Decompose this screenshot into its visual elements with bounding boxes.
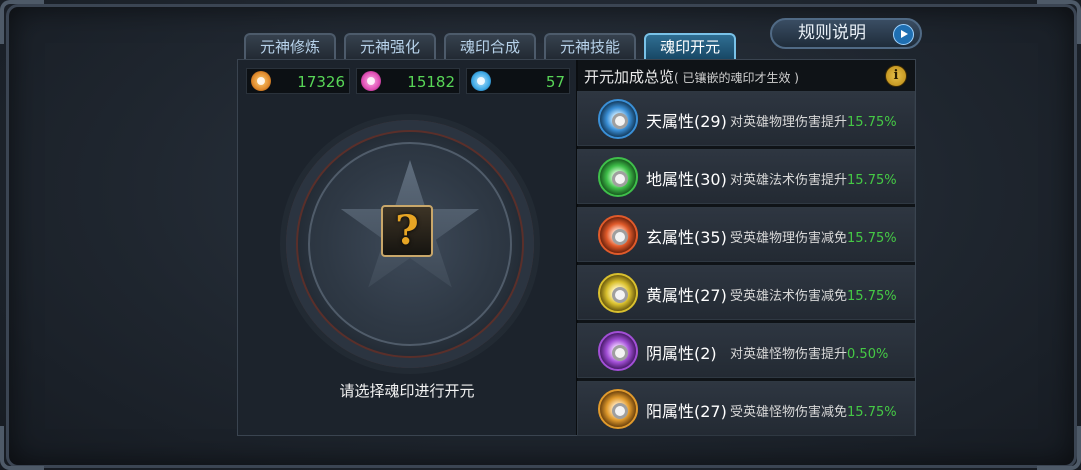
play-arrow-icon	[893, 24, 914, 45]
select-seal-hint: 请选择魂印进行开元	[339, 382, 475, 400]
orange-orb-icon	[251, 71, 271, 91]
frame-corner	[0, 0, 44, 44]
attribute-percent: 0.50%	[847, 347, 889, 362]
currency-value: 57	[545, 73, 565, 91]
tab-seal-synthesis[interactable]: 魂印合成	[444, 33, 537, 59]
mystic-orb-icon	[598, 215, 638, 255]
yin-orb-icon	[598, 331, 638, 371]
rules-button[interactable]: 规则说明	[770, 18, 922, 49]
attribute-percent: 15.75%	[847, 289, 897, 304]
altar-panel: 17326 15182 57 ? 请选择魂印进行开元	[238, 60, 576, 435]
info-icon[interactable]: i	[885, 65, 907, 87]
attribute-row-heaven: 天属性(29) 对英雄物理伤害提升15.75%	[577, 91, 915, 146]
tab-bar: 元神修炼 元神强化 魂印合成 元神技能 魂印开元	[244, 33, 737, 59]
frame-corner	[1037, 0, 1081, 44]
attribute-percent: 15.75%	[847, 405, 897, 420]
attribute-row-mystic: 玄属性(35) 受英雄物理伤害减免15.75%	[577, 207, 915, 262]
tab-seal-awaken[interactable]: 魂印开元	[644, 33, 737, 59]
summary-note: ( 已镶嵌的魂印才生效 )	[674, 71, 799, 85]
attribute-desc: 受英雄怪物伤害减免15.75%	[730, 405, 897, 420]
blue-orb-icon	[471, 71, 491, 91]
attribute-name: 阳属性(27)	[646, 402, 727, 421]
currency-slot-orange: 17326	[246, 68, 350, 94]
frame-corner	[0, 426, 44, 470]
currency-value: 17326	[297, 73, 345, 91]
attribute-name: 黄属性(27)	[646, 286, 727, 305]
attribute-row-yang: 阳属性(27) 受英雄怪物伤害减免15.75%	[577, 381, 915, 436]
frame-corner	[1037, 426, 1081, 470]
attribute-name: 天属性(29)	[646, 112, 727, 131]
attribute-desc: 对英雄法术伤害提升15.75%	[730, 173, 897, 188]
earth-orb-icon	[598, 157, 638, 197]
currency-slot-blue: 57	[466, 68, 570, 94]
tab-spirit-enhance[interactable]: 元神强化	[344, 33, 437, 59]
attribute-name: 阴属性(2)	[646, 344, 717, 363]
attribute-percent: 15.75%	[847, 173, 897, 188]
attribute-desc: 受英雄物理伤害减免15.75%	[730, 231, 897, 246]
yellow-orb-icon	[598, 273, 638, 313]
attribute-row-yellow: 黄属性(27) 受英雄法术伤害减免15.75%	[577, 265, 915, 320]
heaven-orb-icon	[598, 99, 638, 139]
attribute-row-yin: 阴属性(2) 对英雄怪物伤害提升0.50%	[577, 323, 915, 378]
attribute-percent: 15.75%	[847, 231, 897, 246]
summary-header: 开元加成总览 ( 已镶嵌的魂印才生效 ) i	[580, 62, 915, 90]
tab-spirit-skills[interactable]: 元神技能	[544, 33, 637, 59]
attribute-row-earth: 地属性(30) 对英雄法术伤害提升15.75%	[577, 149, 915, 204]
attribute-name: 地属性(30)	[646, 170, 727, 189]
pink-orb-icon	[361, 71, 381, 91]
summary-title: 开元加成总览	[584, 68, 675, 86]
currency-value: 15182	[407, 73, 455, 91]
tab-spirit-training[interactable]: 元神修炼	[244, 33, 337, 59]
attribute-desc: 对英雄物理伤害提升15.75%	[730, 115, 897, 130]
attribute-name: 玄属性(35)	[646, 228, 727, 247]
currency-slot-pink: 15182	[356, 68, 460, 94]
question-mark-icon: ?	[395, 207, 419, 254]
rules-button-label: 规则说明	[798, 23, 866, 43]
yang-orb-icon	[598, 389, 638, 429]
main-panel: 17326 15182 57 ? 请选择魂印进行开元 开元加成总览 ( 已镶嵌的…	[237, 59, 916, 436]
attribute-desc: 受英雄法术伤害减免15.75%	[730, 289, 897, 304]
attribute-desc: 对英雄怪物伤害提升0.50%	[730, 347, 889, 362]
seal-select-slot[interactable]: ?	[381, 205, 433, 257]
attribute-percent: 15.75%	[847, 115, 897, 130]
